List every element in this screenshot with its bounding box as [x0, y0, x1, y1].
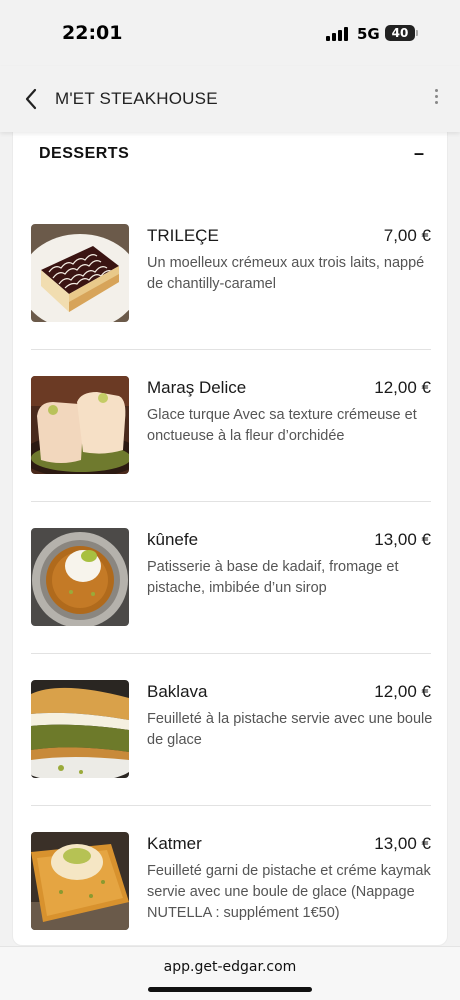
menu-item[interactable]: Baklava 12,00 € Feuilleté à la pistache …	[31, 680, 433, 832]
item-price: 7,00 €	[383, 226, 431, 245]
browser-footer: app.get-edgar.com	[0, 946, 460, 1000]
katmer-image	[31, 832, 129, 930]
app-header: M'ET STEAKHOUSE	[0, 66, 460, 132]
url-bar[interactable]: app.get-edgar.com	[0, 959, 460, 975]
divider	[31, 653, 431, 654]
battery-icon: 40	[385, 25, 415, 41]
kunefe-image	[31, 528, 129, 626]
network-type: 5G	[357, 25, 380, 43]
back-button[interactable]	[18, 86, 44, 112]
home-indicator	[148, 987, 312, 992]
menu-item[interactable]: Maraş Delice 12,00 € Glace turque Avec s…	[31, 376, 433, 528]
divider	[31, 501, 431, 502]
status-time: 22:01	[62, 22, 123, 44]
item-description: Glace turque Avec sa texture crémeuse et…	[147, 407, 417, 444]
page-title: M'ET STEAKHOUSE	[55, 89, 218, 108]
status-bar: 22:01 5G 40	[0, 0, 460, 66]
item-name: TRILEÇE	[147, 226, 219, 245]
signal-icon	[326, 27, 350, 41]
item-price: 12,00 €	[374, 682, 431, 701]
chevron-left-icon	[25, 88, 37, 110]
item-price: 12,00 €	[374, 378, 431, 397]
item-description: Patisserie à base de kadaif, fromage et …	[147, 559, 399, 596]
maras-delice-image	[31, 376, 129, 474]
item-name: Katmer	[147, 834, 202, 853]
menu-item[interactable]: kûnefe 13,00 € Patisserie à base de kada…	[31, 528, 433, 680]
collapse-button[interactable]: –	[411, 143, 427, 163]
item-price: 13,00 €	[374, 834, 431, 853]
item-price: 13,00 €	[374, 530, 431, 549]
more-options-icon[interactable]	[426, 86, 446, 106]
item-description: Un moelleux crémeux aux trois laits, nap…	[147, 255, 425, 292]
menu-section-card: DESSERTS – TRILEÇE 7,00 € Un moelleux cr…	[12, 120, 448, 946]
item-name: Maraş Delice	[147, 378, 247, 397]
divider	[31, 805, 431, 806]
item-name: kûnefe	[147, 530, 199, 549]
menu-item[interactable]: TRILEÇE 7,00 € Un moelleux crémeux aux t…	[31, 224, 433, 376]
battery-cap	[416, 30, 418, 36]
item-description: Feuilleté à la pistache servie avec une …	[147, 711, 433, 748]
baklava-image	[31, 680, 129, 778]
item-name: Baklava	[147, 682, 208, 701]
item-description: Feuilleté garni de pistache et créme kay…	[147, 863, 431, 921]
section-title: DESSERTS	[39, 145, 130, 162]
divider	[31, 349, 431, 350]
trilece-image	[31, 224, 129, 322]
